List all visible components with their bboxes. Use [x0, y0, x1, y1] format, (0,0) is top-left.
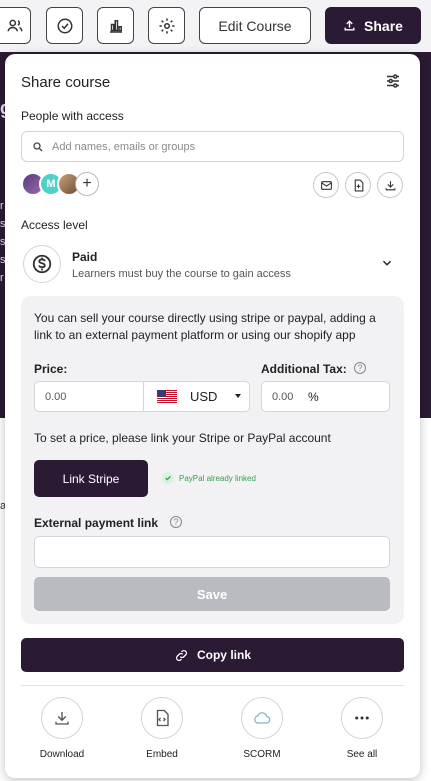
tax-unit: % [308, 390, 319, 404]
price-field[interactable]: 0.00 USD [34, 381, 250, 412]
help-icon[interactable]: ? [354, 362, 366, 374]
price-value: 0.00 [45, 391, 67, 403]
panel-title: Share course [21, 74, 111, 91]
sliders-icon[interactable] [384, 72, 402, 90]
avatar-group: M + [21, 172, 99, 196]
access-description: Learners must buy the course to gain acc… [72, 268, 291, 280]
paypal-status-text: PayPal already linked [179, 473, 256, 483]
dollar-icon [23, 245, 61, 283]
caret-down-icon [235, 394, 241, 398]
price-label: Price: [34, 362, 68, 376]
check-circle-icon [57, 18, 72, 33]
link-icon [176, 649, 187, 661]
us-flag-icon [157, 390, 177, 403]
download-icon [385, 180, 395, 190]
embed-action[interactable]: Embed [132, 697, 192, 760]
background-text: r [0, 200, 4, 212]
tax-field[interactable]: 0.00 % [261, 381, 390, 412]
share-course-panel: Share course People with access M + Acce… [5, 54, 420, 778]
download-icon [41, 697, 83, 739]
help-icon[interactable]: ? [170, 516, 182, 528]
people-access-label: People with access [21, 109, 124, 123]
top-toolbar: Edit Course Share [0, 0, 431, 52]
external-link-label: External payment link [34, 516, 159, 530]
payment-settings: You can sell your course directly using … [21, 296, 404, 624]
people-search-field[interactable] [21, 131, 404, 162]
download-action[interactable]: Download [32, 697, 92, 760]
copy-link-label: Copy link [196, 648, 251, 662]
action-label: See all [346, 749, 378, 760]
access-title: Paid [72, 250, 98, 264]
payment-info-text: You can sell your course directly using … [34, 311, 376, 342]
analytics-button[interactable] [97, 7, 134, 44]
access-level-label: Access level [21, 218, 88, 232]
users-button[interactable] [0, 7, 31, 44]
tax-label: Additional Tax: [261, 362, 347, 376]
copy-link-button[interactable]: Copy link [21, 638, 404, 672]
link-stripe-button[interactable]: Link Stripe [34, 460, 148, 497]
currency-select[interactable]: USD [190, 389, 217, 404]
file-add-icon [354, 179, 363, 191]
edit-course-button[interactable]: Edit Course [199, 7, 311, 44]
upload-icon [344, 20, 355, 31]
embed-icon [141, 697, 183, 739]
action-label: SCORM [243, 749, 281, 760]
divider [21, 685, 404, 686]
more-icon [341, 697, 383, 739]
mail-icon [320, 180, 332, 190]
add-person-button[interactable]: + [75, 172, 99, 196]
gear-icon [159, 18, 174, 33]
action-label: Download [39, 749, 85, 760]
settings-button[interactable] [148, 7, 185, 44]
checklist-button[interactable] [46, 7, 83, 44]
search-icon [33, 141, 43, 151]
background-text: r [0, 272, 4, 284]
cloud-icon [241, 697, 283, 739]
link-account-text: To set a price, please link your Stripe … [34, 431, 331, 445]
users-icon [7, 19, 23, 31]
scorm-action[interactable]: SCORM [232, 697, 292, 760]
divider [143, 382, 144, 411]
bar-chart-icon [109, 19, 122, 33]
paypal-status: PayPal already linked [162, 472, 256, 484]
check-icon [162, 472, 174, 484]
share-button[interactable]: Share [325, 7, 421, 44]
email-button[interactable] [313, 172, 339, 198]
export-button[interactable] [377, 172, 403, 198]
share-label: Share [364, 17, 403, 34]
chevron-down-icon [382, 260, 392, 266]
external-link-input[interactable] [34, 536, 390, 568]
save-button[interactable]: Save [34, 577, 390, 611]
access-level-select[interactable]: Paid Learners must buy the course to gai… [21, 243, 404, 288]
import-file-button[interactable] [345, 172, 371, 198]
search-input[interactable] [52, 140, 372, 153]
see-all-action[interactable]: See all [332, 697, 392, 760]
tax-value: 0.00 [272, 391, 294, 403]
action-label: Embed [146, 749, 178, 760]
